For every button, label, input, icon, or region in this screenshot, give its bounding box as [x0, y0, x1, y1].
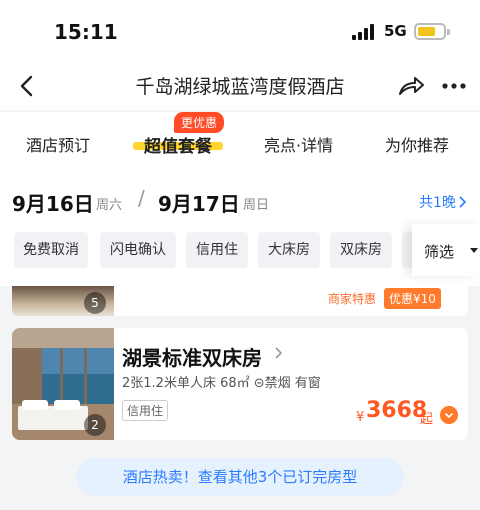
tab-recommended[interactable]: 为你推荐 [385, 132, 449, 156]
tab-highlights-details[interactable]: 亮点·详情 [264, 132, 333, 156]
promo-tag: 优惠¥10 [384, 288, 441, 309]
chevron-right-icon [459, 196, 467, 208]
tab-bar: 酒店预订 超值套餐 亮点·详情 为你推荐 [0, 112, 480, 172]
back-arrow-icon[interactable] [14, 72, 42, 100]
checkin-weekday: 周六 [96, 198, 123, 213]
room-photo[interactable]: 2 [12, 328, 114, 440]
nights-count[interactable]: 共1晚 [419, 192, 456, 212]
chip-twin-bed[interactable]: 双床房 [330, 232, 392, 268]
signal-icon [352, 24, 378, 40]
room-name[interactable]: 湖景标准双床房 [122, 342, 262, 371]
share-icon[interactable] [396, 72, 426, 100]
sold-out-rooms-banner[interactable]: 酒店热卖！查看其他3个已订完房型 [76, 458, 404, 496]
filter-button[interactable]: 筛选 [412, 224, 480, 276]
tab-hotel-booking[interactable]: 酒店预订 [26, 132, 90, 156]
room-spec: 2张1.2米单人床 68㎡ ⊝禁烟 有窗 [122, 376, 321, 391]
tab-badge: 更优惠 [174, 112, 225, 133]
chip-free-cancel[interactable]: 免费取消 [14, 232, 88, 268]
status-bar: 15:11 5G [0, 0, 480, 62]
nav-bar: 千岛湖绿城蓝湾度假酒店 [0, 62, 480, 110]
tab-value-package[interactable]: 超值套餐 [144, 132, 212, 157]
room-price: 3668 [366, 398, 428, 423]
photo-count: 5 [84, 292, 106, 314]
price-suffix: 起 [420, 412, 434, 427]
previous-room-card[interactable]: 5 商家特惠 优惠¥10 [12, 286, 468, 316]
more-icon[interactable] [440, 72, 468, 100]
chip-credit-stay[interactable]: 信用住 [186, 232, 248, 268]
filter-chips: 免费取消 闪电确认 信用住 大床房 双床房 筛选 [0, 224, 480, 286]
battery-icon [414, 23, 450, 40]
date-separator: / [138, 186, 145, 210]
checkin-date[interactable]: 9月16日 [12, 188, 94, 217]
network-label: 5G [384, 22, 407, 40]
date-selector[interactable]: 9月16日 周六 / 9月17日 周日 共1晚 [0, 172, 480, 224]
page-title: 千岛湖绿城蓝湾度假酒店 [135, 76, 345, 98]
chip-instant-confirm[interactable]: 闪电确认 [100, 232, 176, 268]
photo-count: 2 [84, 414, 106, 436]
caret-down-icon [470, 248, 478, 253]
chevron-right-icon [275, 347, 283, 359]
credit-stay-tag: 信用住 [122, 400, 169, 421]
room-card[interactable]: 2 湖景标准双床房 2张1.2米单人床 68㎡ ⊝禁烟 有窗 信用住 ¥ 366… [12, 328, 468, 440]
status-time: 15:11 [54, 20, 118, 44]
checkout-weekday: 周日 [243, 198, 270, 213]
checkout-date[interactable]: 9月17日 [158, 188, 240, 217]
price-currency: ¥ [356, 410, 365, 425]
expand-chevron-icon[interactable] [440, 406, 458, 424]
merchant-deal-label: 商家特惠 [328, 292, 377, 306]
chip-king-bed[interactable]: 大床房 [258, 232, 320, 268]
filter-label: 筛选 [424, 243, 455, 261]
room-photo[interactable]: 5 [12, 286, 114, 316]
